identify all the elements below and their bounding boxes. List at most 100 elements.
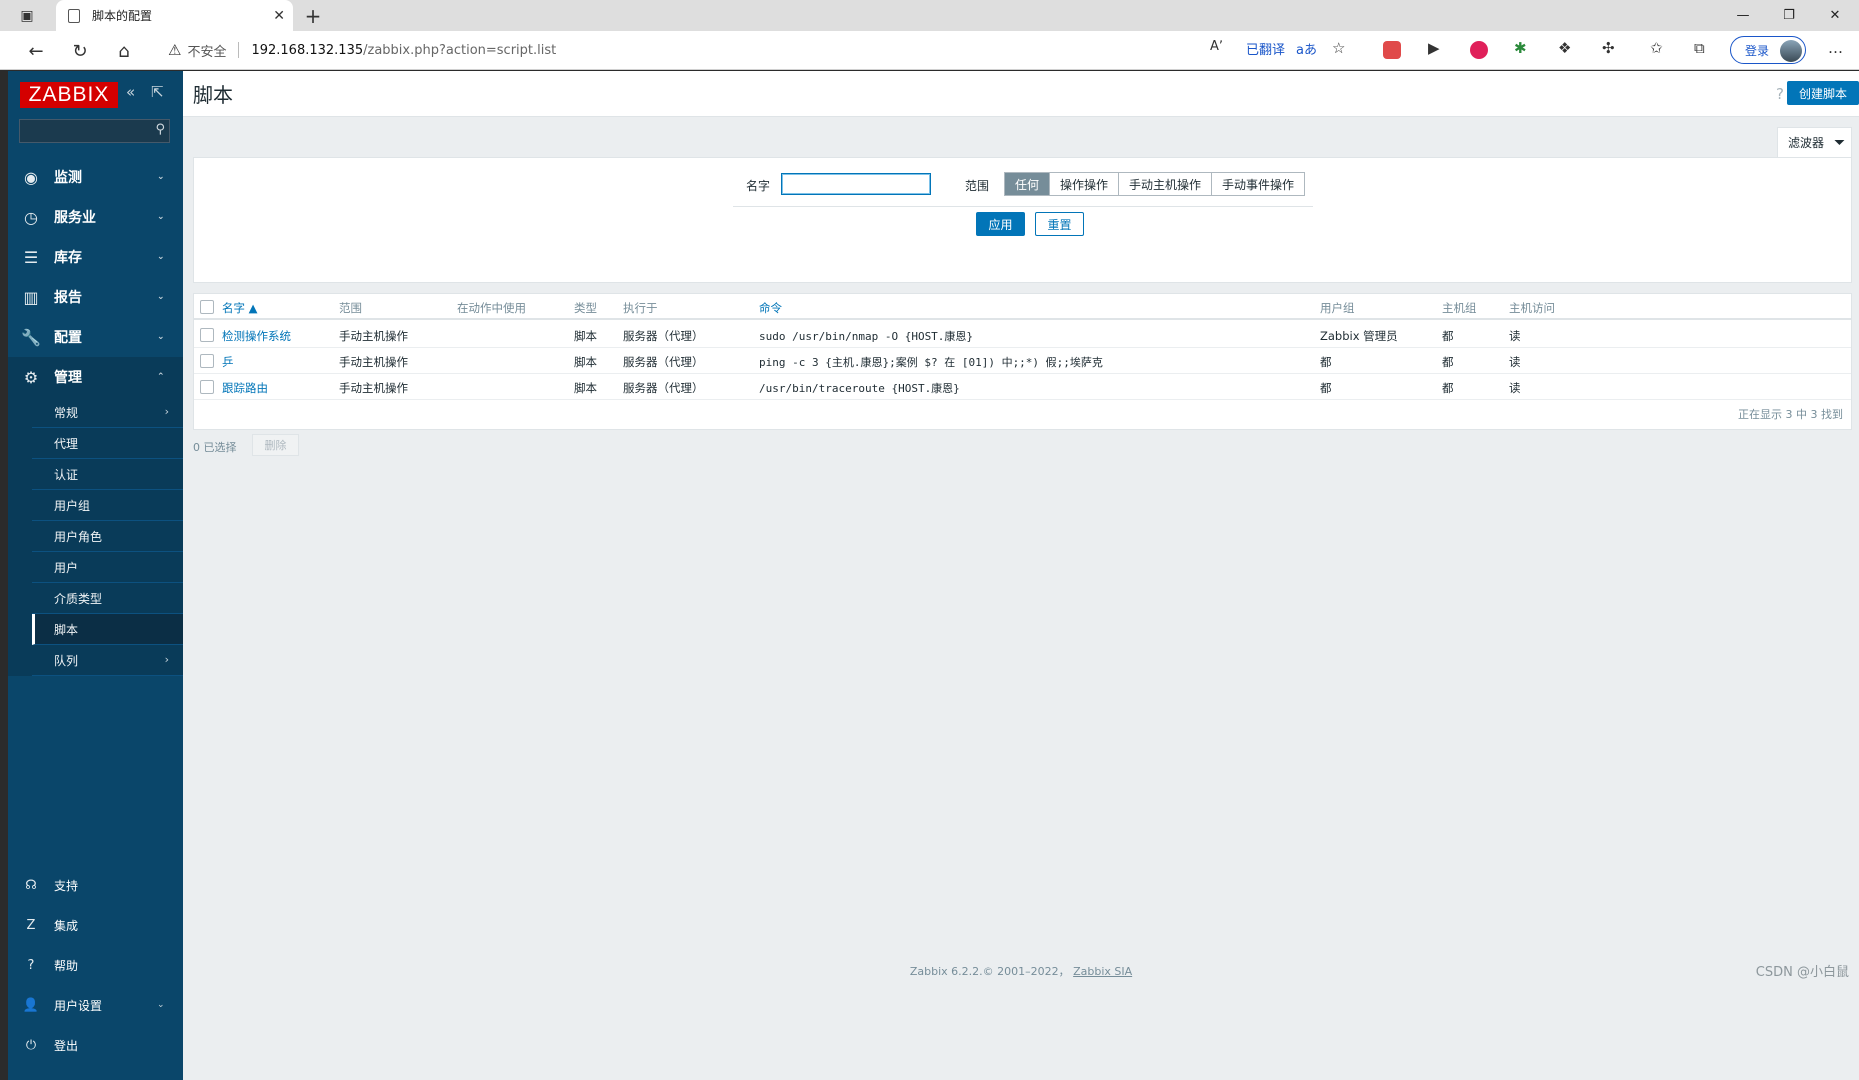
zabbix-logo[interactable]: ZABBIX [20,82,118,108]
scope-option-action-operation[interactable]: 操作操作 [1049,173,1119,195]
tab-actions-icon[interactable]: ▣ [14,3,40,29]
menu-integrations[interactable]: Z 集成 [8,905,183,945]
apply-button[interactable]: 应用 [976,212,1025,236]
scope-cell: 手动主机操作 [339,381,408,395]
collections-icon[interactable]: ⧉ [1694,39,1705,57]
menu-services[interactable]: ◷ 服务业 ⌄ [8,197,183,237]
menu-label: 登出 [54,1038,79,1053]
menu-inventory[interactable]: ☰ 库存 ⌄ [8,237,183,277]
menu-configuration[interactable]: 🔧 配置 ⌄ [8,317,183,357]
collapse-sidebar-icon[interactable]: « [126,83,135,101]
favorite-add-icon[interactable]: ☆ [1332,39,1345,57]
menu-reports[interactable]: ▥ 报告 ⌄ [8,277,183,317]
host-access-cell: 读 [1509,381,1521,395]
menu-sign-out[interactable]: ⏻ 登出 [8,1025,183,1065]
extension-pink-icon[interactable] [1470,41,1488,59]
play-icon[interactable]: ▶ [1428,39,1440,57]
copyright-text: Zabbix 6.2.2.© 2001–2022， [909,965,1070,978]
zabbix-sia-link[interactable]: Zabbix SIA [1073,965,1132,978]
sidebar-item-general[interactable]: 常规 › [32,397,183,428]
login-button[interactable]: 登录 [1730,36,1806,64]
scope-option-manual-host-action[interactable]: 手动主机操作 [1118,173,1212,195]
extension-puzzle-alt-icon[interactable]: ❖ [1558,39,1571,57]
script-name-link[interactable]: 跟踪路由 [222,380,268,396]
column-command[interactable]: 命令 [759,300,782,316]
sidebar-item-authentication[interactable]: 认证 [32,459,183,490]
row-checkbox[interactable] [200,354,214,368]
row-checkbox[interactable] [200,380,214,394]
sidebar-item-user-groups[interactable]: 用户组 [32,490,183,521]
menu-help[interactable]: ? 帮助 [8,945,183,985]
translate-icon[interactable]: aあ [1296,39,1317,58]
menu-support[interactable]: ☊ 支持 [8,865,183,905]
extension-red-icon[interactable] [1383,41,1401,59]
eye-icon: ◉ [24,167,38,187]
back-icon[interactable]: ← [22,37,50,65]
user-icon: 👤 [22,997,40,1013]
home-icon[interactable]: ⌂ [110,37,138,65]
scope-option-manual-event-action[interactable]: 手动事件操作 [1211,173,1305,195]
more-icon[interactable]: … [1828,39,1843,57]
menu-label: 配置 [54,330,82,346]
browser-tab-bar: ▣ 脚本的配置 ✕ + — ❐ ✕ [0,0,1859,31]
menu-label: 支持 [54,878,79,893]
menu-user-settings[interactable]: 👤 用户设置 ⌄ [8,985,183,1025]
sidebar-item-users[interactable]: 用户 [32,552,183,583]
warning-icon: ⚠ [168,41,182,59]
clock-icon: ◷ [24,207,38,227]
column-host-group: 主机组 [1442,301,1477,315]
extension-star-icon[interactable]: ✱ [1514,39,1527,57]
menu-label: 集成 [54,918,79,933]
url-field[interactable]: ⚠ 不安全 192.168.132.135 /zabbix.php?action… [150,35,1360,65]
sidebar-search-input[interactable]: ⚲ [19,119,170,143]
sidebar-item-queue[interactable]: 队列 › [32,645,183,676]
menu-administration[interactable]: ⚙ 管理 ⌃ [8,357,183,397]
insecure-label: 不安全 [187,44,227,60]
refresh-icon[interactable]: ↻ [66,37,94,65]
name-filter-input[interactable] [781,173,931,195]
search-icon[interactable]: ⚲ [155,122,165,137]
sidebar-item-proxies[interactable]: 代理 [32,428,183,459]
sidebar-item-media-types[interactable]: 介质类型 [32,583,183,614]
user-group-cell: Zabbix 管理员 [1320,329,1398,343]
page-header: 脚本 ? 创建脚本 [183,71,1859,117]
sidebar-item-user-roles[interactable]: 用户角色 [32,521,183,552]
script-name-link[interactable]: 检测操作系统 [222,328,291,344]
reset-button[interactable]: 重置 [1035,212,1084,236]
kiosk-mode-icon[interactable]: ⇱ [151,83,164,101]
column-execute-on: 执行于 [623,301,658,315]
tab-close-icon[interactable]: ✕ [273,8,285,24]
close-window-button[interactable]: ✕ [1812,0,1858,31]
sub-label: 认证 [54,467,79,482]
chevron-down-icon: ⌄ [157,252,165,262]
wrench-icon: 🔧 [21,327,41,347]
filter-tab[interactable]: 滤波器 ⏷ [1777,127,1852,157]
command-cell: sudo /usr/bin/nmap -O {HOST.康恩} [759,330,974,343]
read-aloud-icon[interactable]: Aʼ [1210,39,1223,54]
column-type: 类型 [574,301,597,315]
minimize-button[interactable]: — [1720,0,1766,31]
chevron-right-icon: › [164,653,169,666]
row-checkbox[interactable] [200,328,214,342]
extensions-icon[interactable]: ✣ [1602,39,1615,57]
delete-button[interactable]: 删除 [252,434,299,456]
script-name-link[interactable]: 乒 [222,354,234,370]
favorites-icon[interactable]: ✩ [1650,39,1663,57]
scope-option-any[interactable]: 任何 [1005,173,1050,195]
select-all-checkbox[interactable] [200,300,214,314]
execute-on-cell: 服务器（代理） [623,355,704,369]
execute-on-cell: 服务器（代理） [623,381,704,395]
browser-tab[interactable]: 脚本的配置 ✕ [56,0,293,31]
translated-label[interactable]: 已翻译 [1246,39,1285,58]
chevron-down-icon: ⌄ [157,172,165,182]
help-icon[interactable]: ? [1776,85,1784,103]
menu-monitoring[interactable]: ◉ 监测 ⌄ [8,157,183,197]
chevron-down-icon: ⌄ [157,212,165,222]
create-script-button[interactable]: 创建脚本 [1787,81,1859,105]
new-tab-button[interactable]: + [300,3,326,29]
scope-cell: 手动主机操作 [339,355,408,369]
sidebar-item-scripts[interactable]: 脚本 [32,614,183,645]
gear-icon: ⚙ [23,367,39,387]
column-name[interactable]: 名字 ▲ [222,300,258,316]
restore-button[interactable]: ❐ [1766,0,1812,31]
